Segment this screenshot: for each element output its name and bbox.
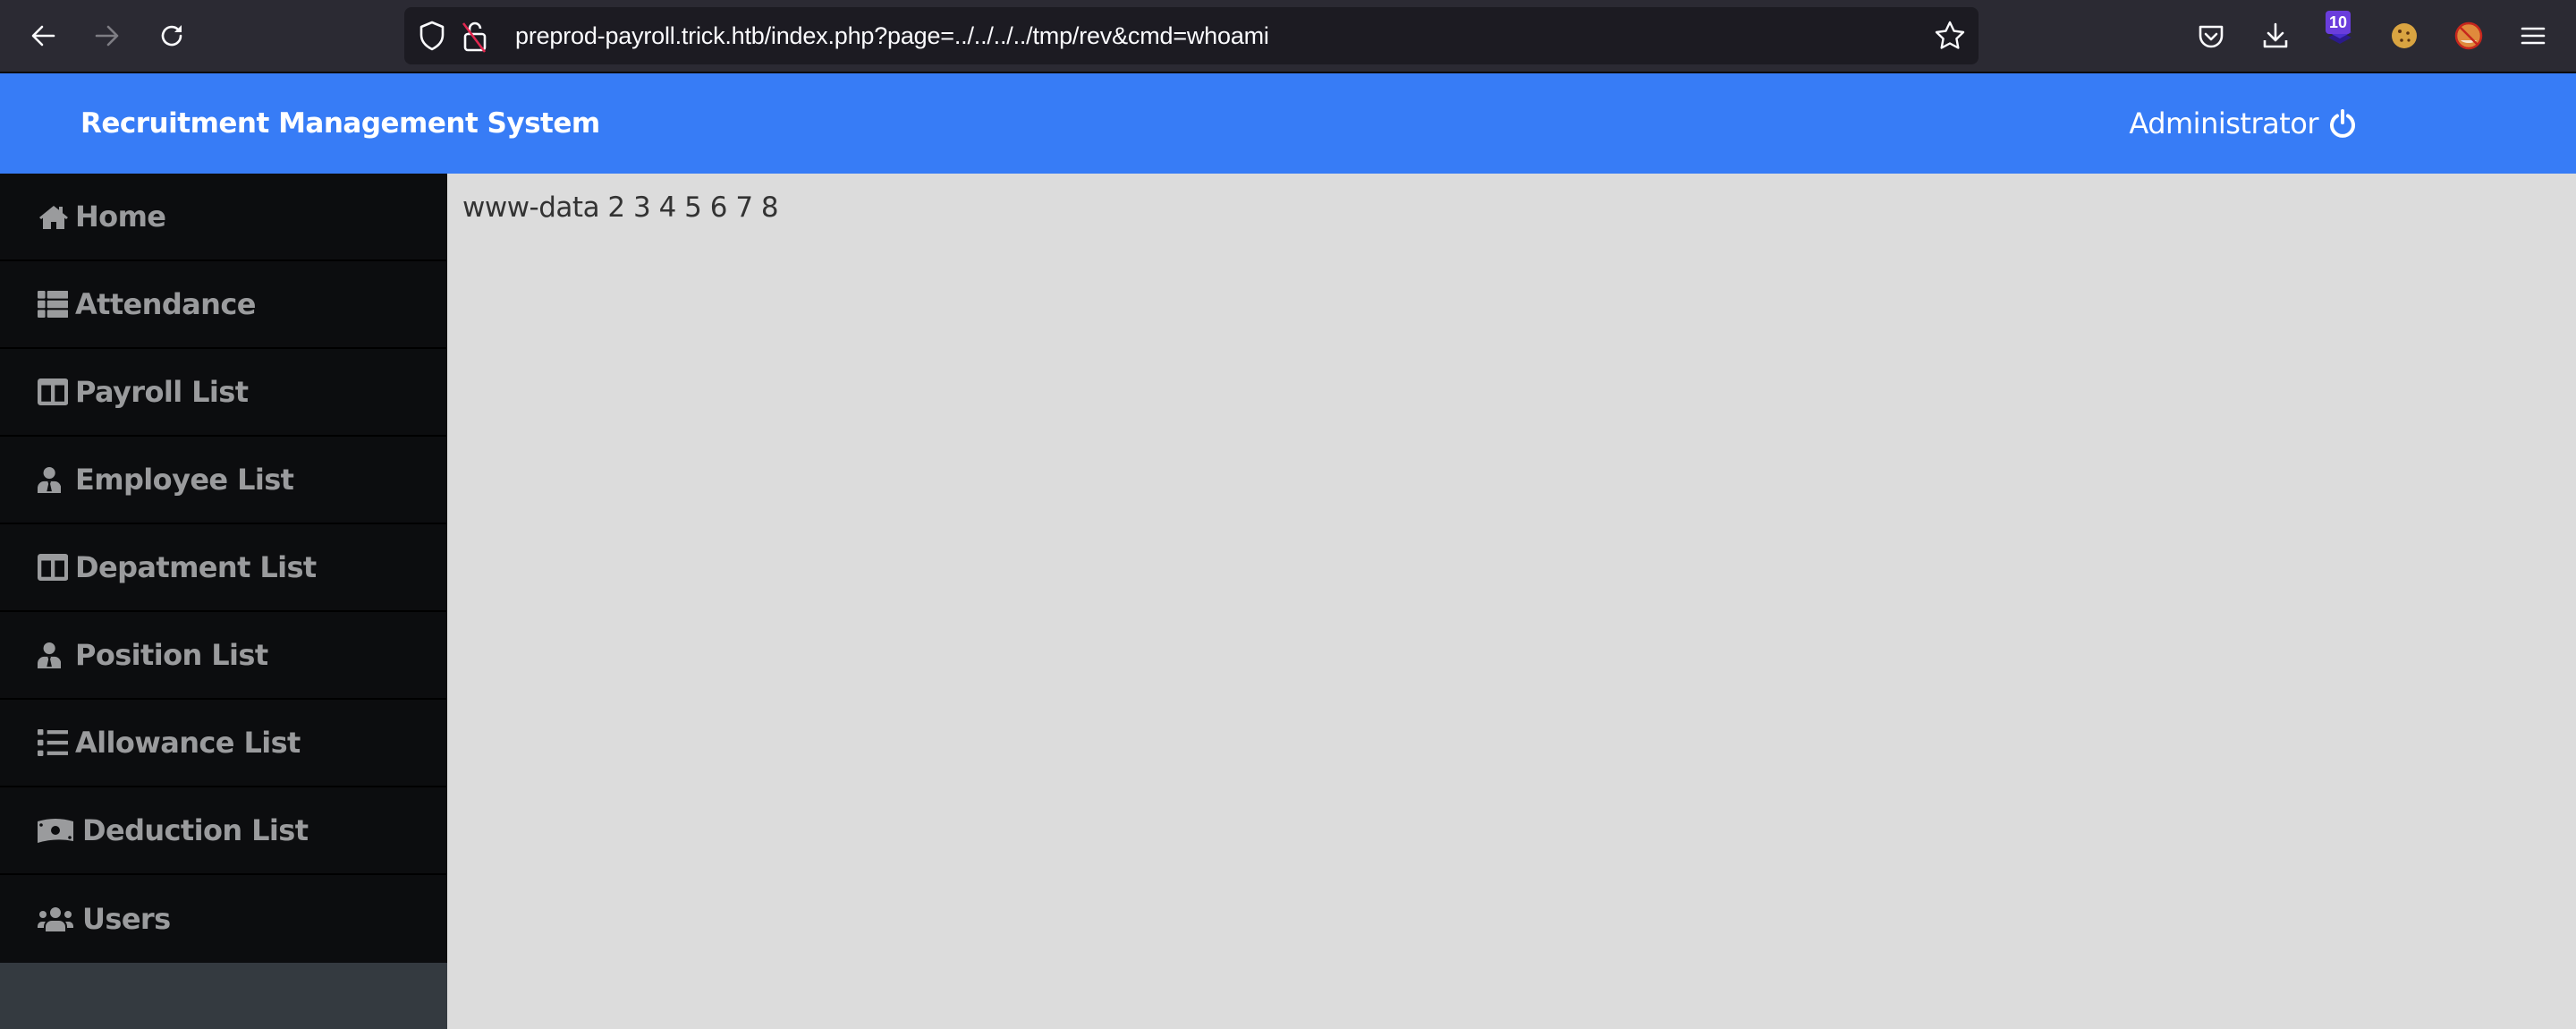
sidebar: Home Attendance Payroll List Employee Li… [0, 174, 447, 1029]
sidebar-item-department-list[interactable]: Depatment List [0, 524, 447, 612]
pocket-button[interactable] [2191, 16, 2231, 55]
sidebar-item-label: Payroll List [75, 375, 249, 409]
shield-icon[interactable] [417, 20, 447, 52]
pocket-icon [2199, 25, 2224, 48]
list-icon [38, 727, 73, 759]
back-icon [31, 25, 55, 47]
table-icon [38, 288, 73, 320]
download-icon [2263, 22, 2288, 48]
url-text[interactable]: preprod-payroll.trick.htb/index.php?page… [515, 7, 1269, 64]
user-tie-icon [38, 463, 73, 496]
sidebar-item-label: Depatment List [75, 550, 317, 584]
reload-icon [161, 25, 182, 47]
forward-icon [95, 25, 119, 47]
user-menu[interactable]: Administrator [2129, 73, 2358, 174]
sidebar-item-label: Users [82, 902, 171, 936]
sidebar-item-employee-list[interactable]: Employee List [0, 437, 447, 524]
columns-icon [38, 551, 73, 583]
sidebar-item-label: Home [75, 200, 166, 234]
sidebar-item-label: Employee List [75, 463, 294, 497]
money-bill-icon [38, 814, 80, 846]
back-button[interactable] [25, 18, 61, 54]
downloads-button[interactable] [2256, 16, 2295, 55]
cookie-extension-button[interactable] [2385, 16, 2424, 55]
app-header: Recruitment Management System Administra… [0, 73, 2576, 174]
power-icon[interactable] [2327, 108, 2358, 139]
sidebar-item-home[interactable]: Home [0, 174, 447, 261]
sidebar-item-payroll-list[interactable]: Payroll List [0, 349, 447, 437]
cookie-icon [2392, 23, 2417, 48]
url-bar[interactable]: preprod-payroll.trick.htb/index.php?page… [404, 7, 1979, 64]
command-output: www-data 2 3 4 5 6 7 8 [462, 191, 779, 224]
sidebar-item-users[interactable]: Users [0, 875, 447, 963]
sidebar-item-label: Allowance List [75, 726, 301, 760]
insecure-lock-icon[interactable] [460, 18, 490, 54]
browser-toolbar: preprod-payroll.trick.htb/index.php?page… [0, 0, 2576, 73]
app-title: Recruitment Management System [80, 107, 600, 140]
users-icon [38, 903, 80, 935]
main-content: www-data 2 3 4 5 6 7 8 [447, 174, 2576, 1029]
columns-icon [38, 376, 73, 408]
sidebar-item-label: Deduction List [82, 813, 309, 847]
sidebar-item-allowance-list[interactable]: Allowance List [0, 700, 447, 787]
sidebar-item-position-list[interactable]: Position List [0, 612, 447, 700]
reload-button[interactable] [154, 18, 190, 54]
user-tie-icon [38, 639, 73, 671]
sidebar-nav: Home Attendance Payroll List Employee Li… [0, 174, 447, 963]
sidebar-item-attendance[interactable]: Attendance [0, 261, 447, 349]
bookmark-star-icon[interactable] [1934, 20, 1966, 52]
sidebar-item-label: Position List [75, 638, 268, 672]
home-icon [38, 200, 73, 233]
app-menu-button[interactable] [2513, 16, 2553, 55]
sidebar-item-label: Attendance [75, 287, 256, 321]
hamburger-menu-icon [2521, 27, 2546, 45]
user-name[interactable]: Administrator [2129, 106, 2318, 140]
forward-button[interactable] [89, 18, 125, 54]
sidebar-item-deduction-list[interactable]: Deduction List [0, 787, 447, 875]
extension-badge: 10 [2326, 11, 2351, 34]
fox-blocker-button[interactable] [2449, 16, 2488, 55]
fox-blocked-icon [2454, 21, 2483, 50]
